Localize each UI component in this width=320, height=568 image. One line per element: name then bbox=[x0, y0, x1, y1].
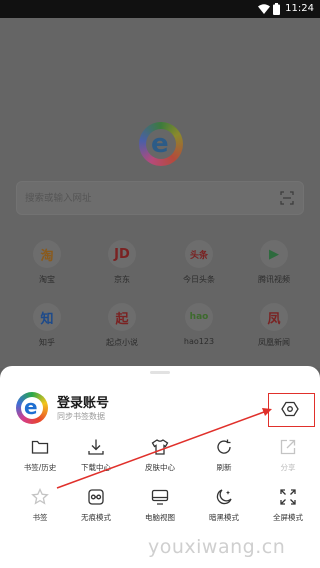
browser-home: e 淘 淘宝 JD 京东 头条 今日头条 ▶ 腾讯视频 知 知乎 起 起点小说 … bbox=[0, 18, 320, 368]
zhihu-icon: 知 bbox=[33, 303, 61, 331]
search-bar[interactable] bbox=[16, 181, 304, 215]
fullscreen-icon bbox=[280, 489, 296, 505]
folder-icon bbox=[31, 440, 49, 454]
settings-button[interactable] bbox=[278, 397, 302, 421]
battery-icon bbox=[273, 3, 281, 15]
menu-desktop-view[interactable]: 电脑视图 bbox=[128, 488, 192, 538]
watermark-text: youxiwang.cn bbox=[148, 536, 286, 558]
menu-label: 暗黑模式 bbox=[209, 513, 239, 522]
shortcut-tencent-video[interactable]: ▶ 腾讯视频 bbox=[242, 240, 306, 292]
shortcut-label: 今日头条 bbox=[183, 275, 215, 284]
menu-bookmarks-history[interactable]: 书签/历史 bbox=[8, 438, 72, 488]
share-icon bbox=[280, 439, 296, 455]
shortcut-hao123[interactable]: hao hao123 bbox=[167, 303, 231, 355]
menu-incognito[interactable]: 无痕模式 bbox=[64, 488, 128, 538]
menu-label: 无痕模式 bbox=[81, 513, 111, 522]
shortcut-jd[interactable]: JD 京东 bbox=[90, 240, 154, 292]
menu-label: 电脑视图 bbox=[145, 513, 175, 522]
menu-label: 刷新 bbox=[216, 463, 232, 472]
menu-label: 书签 bbox=[32, 513, 48, 522]
shortcut-label: 淘宝 bbox=[39, 275, 55, 284]
shortcut-label: 凤凰新闻 bbox=[258, 338, 290, 347]
menu-label: 下载中心 bbox=[81, 463, 111, 472]
menu-bookmark[interactable]: 书签 bbox=[8, 488, 72, 538]
account-title[interactable]: 登录账号 bbox=[57, 392, 109, 411]
shortcut-label: 腾讯视频 bbox=[258, 275, 290, 284]
hao123-icon: hao bbox=[185, 303, 213, 331]
shortcut-label: 知乎 bbox=[39, 338, 55, 347]
shortcut-label: 京东 bbox=[114, 275, 130, 284]
desktop-icon bbox=[151, 489, 169, 505]
taobao-icon: 淘 bbox=[33, 240, 61, 268]
menu-share[interactable]: 分享 bbox=[256, 438, 320, 488]
shortcut-ifeng[interactable]: 凤 凤凰新闻 bbox=[242, 303, 306, 355]
jd-icon: JD bbox=[108, 240, 136, 268]
wifi-icon bbox=[258, 4, 271, 14]
star-icon bbox=[31, 488, 49, 505]
shortcut-toutiao[interactable]: 头条 今日头条 bbox=[167, 240, 231, 292]
status-bar: 11:24 bbox=[0, 0, 320, 18]
account-subtitle: 同步书签数据 bbox=[57, 412, 105, 421]
qidian-icon: 起 bbox=[108, 303, 136, 331]
search-input[interactable] bbox=[25, 190, 265, 206]
status-time: 11:24 bbox=[285, 3, 314, 14]
ifeng-icon: 凤 bbox=[260, 303, 288, 331]
play-icon: ▶ bbox=[260, 240, 288, 268]
download-icon bbox=[88, 439, 104, 455]
menu-download-center[interactable]: 下载中心 bbox=[64, 438, 128, 488]
menu-fullscreen[interactable]: 全屏模式 bbox=[256, 488, 320, 538]
shortcut-zhihu[interactable]: 知 知乎 bbox=[15, 303, 79, 355]
moon-icon bbox=[216, 489, 232, 505]
incognito-icon bbox=[88, 489, 104, 505]
scan-icon[interactable] bbox=[280, 191, 294, 205]
shortcut-label: hao123 bbox=[183, 337, 215, 346]
sheet-handle[interactable] bbox=[150, 371, 170, 374]
menu-dark-mode[interactable]: 暗黑模式 bbox=[192, 488, 256, 538]
browser-logo: e bbox=[139, 122, 183, 166]
shortcut-qidian[interactable]: 起 起点小说 bbox=[90, 303, 154, 355]
refresh-icon bbox=[217, 439, 231, 454]
shortcut-label: 起点小说 bbox=[106, 338, 138, 347]
menu-refresh[interactable]: 刷新 bbox=[192, 438, 256, 488]
menu-skin-center[interactable]: 皮肤中心 bbox=[128, 438, 192, 488]
menu-label: 全屏模式 bbox=[273, 513, 303, 522]
menu-label: 皮肤中心 bbox=[145, 463, 175, 472]
menu-label: 书签/历史 bbox=[23, 463, 57, 472]
shirt-icon bbox=[151, 439, 169, 455]
toutiao-icon: 头条 bbox=[185, 240, 213, 268]
menu-label: 分享 bbox=[280, 463, 296, 472]
account-avatar[interactable]: e bbox=[16, 392, 48, 424]
settings-icon bbox=[281, 401, 299, 417]
shortcut-taobao[interactable]: 淘 淘宝 bbox=[15, 240, 79, 292]
